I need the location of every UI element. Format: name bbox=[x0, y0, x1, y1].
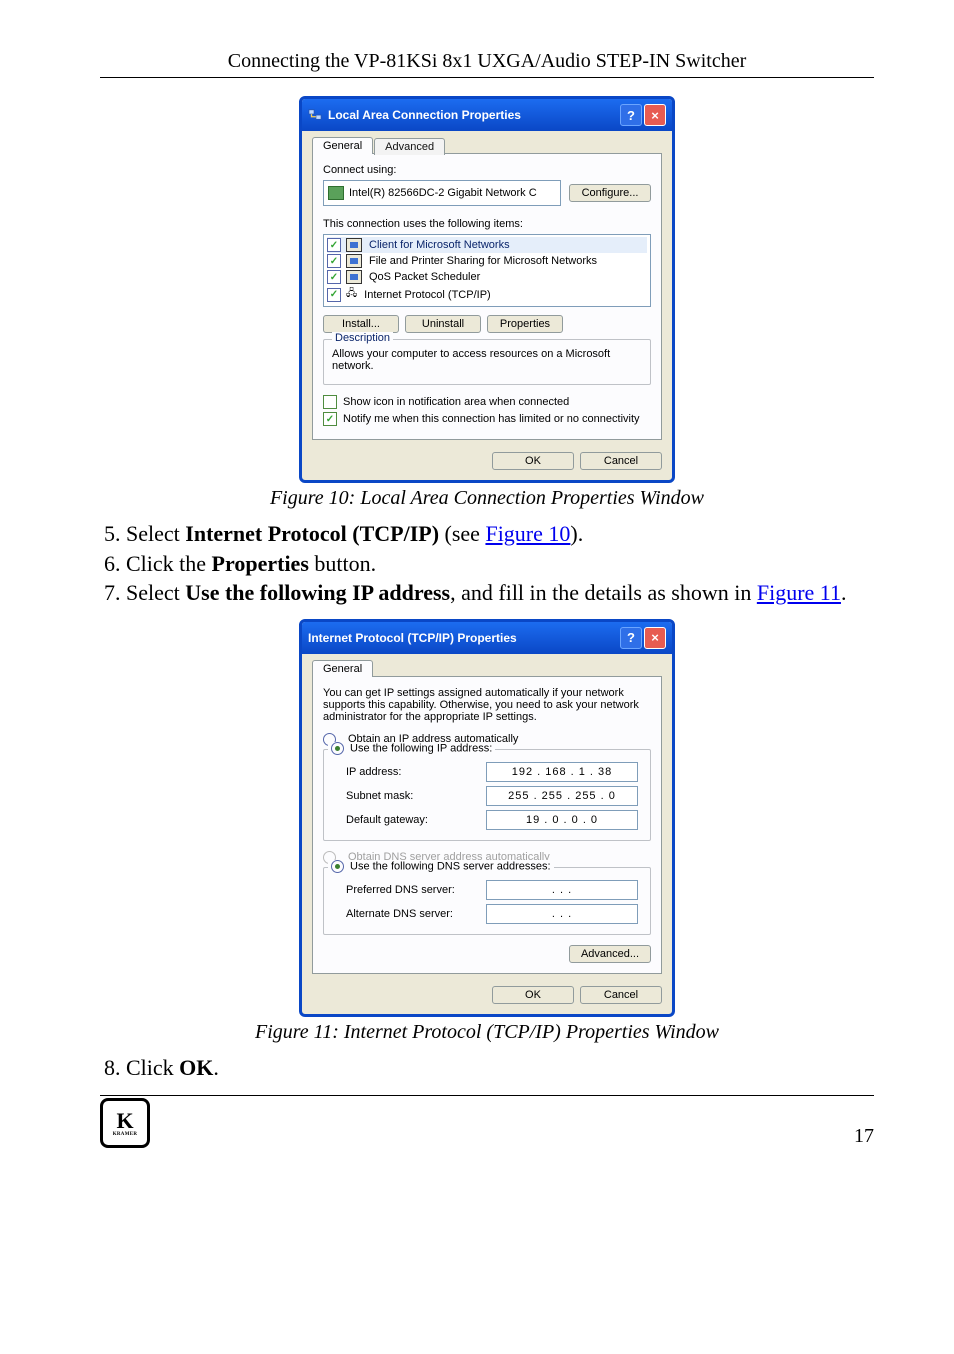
list-item[interactable]: ✓Client for Microsoft Networks bbox=[327, 237, 647, 253]
ok-button[interactable]: OK bbox=[492, 986, 574, 1004]
ok-button[interactable]: OK bbox=[492, 452, 574, 470]
cancel-button[interactable]: Cancel bbox=[580, 986, 662, 1004]
protocol-icon: 🖧 bbox=[346, 286, 357, 303]
fig11-caption: Figure 11: Internet Protocol (TCP/IP) Pr… bbox=[100, 1021, 874, 1044]
fig11-titlebar[interactable]: Internet Protocol (TCP/IP) Properties ? … bbox=[302, 622, 672, 654]
uses-label: This connection uses the following items… bbox=[323, 218, 651, 230]
description-group: Description Allows your computer to acce… bbox=[323, 339, 651, 385]
connect-using-label: Connect using: bbox=[323, 164, 651, 176]
page-footer: K KRAMER 17 bbox=[100, 1095, 874, 1148]
service-icon bbox=[346, 254, 362, 268]
configure-button[interactable]: Configure... bbox=[569, 184, 651, 202]
fig11-title: Internet Protocol (TCP/IP) Properties bbox=[308, 631, 517, 645]
figure-10-link[interactable]: Figure 10 bbox=[485, 521, 570, 546]
list-item[interactable]: ✓File and Printer Sharing for Microsoft … bbox=[327, 253, 647, 269]
instruction-list: Select Internet Protocol (TCP/IP) (see F… bbox=[100, 520, 874, 607]
advanced-button[interactable]: Advanced... bbox=[569, 945, 651, 963]
document-page: Connecting the VP-81KSi 8x1 UXGA/Audio S… bbox=[0, 0, 954, 1168]
cancel-button[interactable]: Cancel bbox=[580, 452, 662, 470]
help-button[interactable]: ? bbox=[620, 627, 642, 649]
list-item[interactable]: ✓🖧Internet Protocol (TCP/IP) bbox=[327, 285, 647, 304]
adapter-field: Intel(R) 82566DC-2 Gigabit Network C bbox=[323, 180, 561, 206]
radio-static-dns[interactable] bbox=[331, 860, 344, 873]
checkbox-icon[interactable]: ✓ bbox=[327, 238, 341, 252]
fig10-caption: Figure 10: Local Area Connection Propert… bbox=[100, 487, 874, 510]
close-button[interactable]: × bbox=[644, 627, 666, 649]
step-6: Click the Properties button. bbox=[126, 550, 874, 578]
tab-general[interactable]: General bbox=[312, 660, 373, 677]
step-8: Click OK. bbox=[126, 1054, 874, 1082]
checkbox-icon[interactable]: ✓ bbox=[327, 270, 341, 284]
tab-general[interactable]: General bbox=[312, 137, 373, 154]
figure-11-link[interactable]: Figure 11 bbox=[757, 580, 841, 605]
preferred-dns-field[interactable]: . . . bbox=[486, 880, 638, 900]
list-item[interactable]: ✓QoS Packet Scheduler bbox=[327, 269, 647, 285]
network-icon bbox=[308, 108, 322, 122]
items-list[interactable]: ✓Client for Microsoft Networks ✓File and… bbox=[323, 234, 651, 307]
checkbox-icon[interactable] bbox=[323, 395, 337, 409]
alternate-dns-field[interactable]: . . . bbox=[486, 904, 638, 924]
install-button[interactable]: Install... bbox=[323, 315, 399, 333]
ip-address-field[interactable]: 192 . 168 . 1 . 38 bbox=[486, 762, 638, 782]
checkbox-icon[interactable]: ✓ bbox=[327, 288, 341, 302]
step-7: Select Use the following IP address, and… bbox=[126, 579, 874, 607]
checkbox-icon[interactable]: ✓ bbox=[323, 412, 337, 426]
fig11-dialog: Internet Protocol (TCP/IP) Properties ? … bbox=[299, 619, 675, 1017]
instruction-list-2: Click OK. bbox=[100, 1054, 874, 1082]
uninstall-button[interactable]: Uninstall bbox=[405, 315, 481, 333]
nic-icon bbox=[328, 186, 344, 200]
subnet-mask-field[interactable]: 255 . 255 . 255 . 0 bbox=[486, 786, 638, 806]
service-icon bbox=[346, 270, 362, 284]
blurb: You can get IP settings assigned automat… bbox=[323, 687, 651, 723]
fig10-title: Local Area Connection Properties bbox=[328, 108, 521, 122]
fig10-titlebar[interactable]: Local Area Connection Properties ? × bbox=[302, 99, 672, 131]
checkbox-icon[interactable]: ✓ bbox=[327, 254, 341, 268]
properties-button[interactable]: Properties bbox=[487, 315, 563, 333]
service-icon bbox=[346, 238, 362, 252]
help-button[interactable]: ? bbox=[620, 104, 642, 126]
gateway-field[interactable]: 19 . 0 . 0 . 0 bbox=[486, 810, 638, 830]
fig10-dialog: Local Area Connection Properties ? × Gen… bbox=[299, 96, 675, 483]
close-button[interactable]: × bbox=[644, 104, 666, 126]
step-5: Select Internet Protocol (TCP/IP) (see F… bbox=[126, 520, 874, 548]
kramer-logo: K KRAMER bbox=[100, 1098, 150, 1148]
radio-static-ip[interactable] bbox=[331, 742, 344, 755]
page-number: 17 bbox=[854, 1125, 874, 1148]
page-header: Connecting the VP-81KSi 8x1 UXGA/Audio S… bbox=[100, 50, 874, 78]
tab-advanced[interactable]: Advanced bbox=[374, 138, 445, 155]
